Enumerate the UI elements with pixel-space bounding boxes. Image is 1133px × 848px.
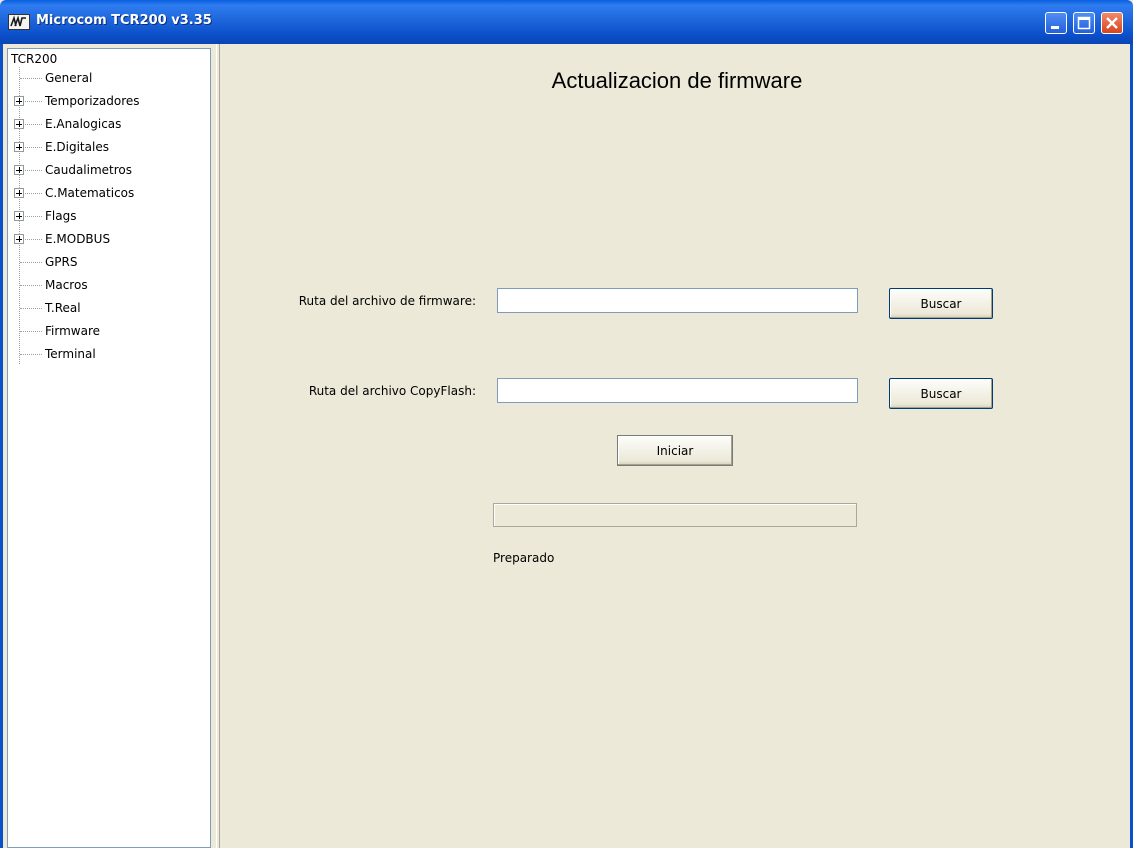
tree-item-label[interactable]: GPRS <box>45 255 78 269</box>
tree-item-caudalimetros[interactable]: Caudalimetros <box>8 159 208 182</box>
tree-item-e-digitales[interactable]: E.Digitales <box>8 136 208 159</box>
tree-root-tcr200[interactable]: TCR200 <box>11 52 57 66</box>
tree-item-gprs[interactable]: GPRS <box>8 251 208 274</box>
firmware-path-label: Ruta del archivo de firmware: <box>298 294 476 308</box>
tree-item-label[interactable]: Caudalimetros <box>45 163 132 177</box>
copyflash-browse-button[interactable]: Buscar <box>889 378 993 409</box>
tree-item-label[interactable]: General <box>45 71 92 85</box>
progress-bar <box>493 503 857 527</box>
firmware-path-input[interactable] <box>497 288 858 313</box>
tree-item-macros[interactable]: Macros <box>8 274 208 297</box>
tree-item-label[interactable]: Macros <box>45 278 88 292</box>
page-title: Actualizacion de firmware <box>551 68 803 93</box>
tree-item-e-analogicas[interactable]: E.Analogicas <box>8 113 208 136</box>
window-title: Microcom TCR200 v3.35 <box>36 13 212 28</box>
tree-item-general[interactable]: General <box>8 67 208 90</box>
close-icon[interactable] <box>1101 12 1123 34</box>
tree-item-temporizadores[interactable]: Temporizadores <box>8 90 208 113</box>
microcom-logo-icon[interactable] <box>8 14 30 30</box>
tree-item-label[interactable]: E.MODBUS <box>45 232 110 246</box>
tree-item-label[interactable]: Firmware <box>45 324 100 338</box>
tree-item-firmware[interactable]: Firmware <box>8 320 208 343</box>
expand-plus-icon[interactable] <box>14 119 24 129</box>
tree-item-label[interactable]: Flags <box>45 209 76 223</box>
expand-plus-icon[interactable] <box>14 165 24 175</box>
tree-item-flags[interactable]: Flags <box>8 205 208 228</box>
window-client: TCR200 General Temporizadores E.Analogic… <box>0 44 1133 848</box>
tree-item-label[interactable]: E.Digitales <box>45 140 109 154</box>
tree-item-e-modbus[interactable]: E.MODBUS <box>8 228 208 251</box>
tree-item-t-real[interactable]: T.Real <box>8 297 208 320</box>
copyflash-path-label: Ruta del archivo CopyFlash: <box>308 384 476 398</box>
maximize-icon[interactable] <box>1073 12 1095 34</box>
expand-plus-icon[interactable] <box>14 96 24 106</box>
title-bar[interactable]: Microcom TCR200 v3.35 <box>0 0 1133 44</box>
tree-item-terminal[interactable]: Terminal <box>8 343 208 366</box>
copyflash-path-input[interactable] <box>497 378 858 403</box>
expand-plus-icon[interactable] <box>14 234 24 244</box>
firmware-browse-button[interactable]: Buscar <box>889 288 993 319</box>
tree-item-label[interactable]: E.Analogicas <box>45 117 121 131</box>
minimize-icon[interactable] <box>1045 12 1067 34</box>
tree-item-label[interactable]: C.Matematicos <box>45 186 134 200</box>
expand-plus-icon[interactable] <box>14 211 24 221</box>
expand-plus-icon[interactable] <box>14 188 24 198</box>
tree-item-label[interactable]: Terminal <box>45 347 96 361</box>
navigation-tree[interactable]: TCR200 General Temporizadores E.Analogic… <box>7 48 211 848</box>
status-text: Preparado <box>493 551 555 565</box>
tree-item-label[interactable]: T.Real <box>45 301 81 315</box>
tree-item-label[interactable]: Temporizadores <box>45 94 140 108</box>
firmware-update-panel: Actualizacion de firmware Ruta del archi… <box>221 44 1130 848</box>
tree-item-c-matematicos[interactable]: C.Matematicos <box>8 182 208 205</box>
start-button[interactable]: Iniciar <box>617 435 733 466</box>
panel-splitter[interactable] <box>216 44 220 848</box>
expand-plus-icon[interactable] <box>14 142 24 152</box>
